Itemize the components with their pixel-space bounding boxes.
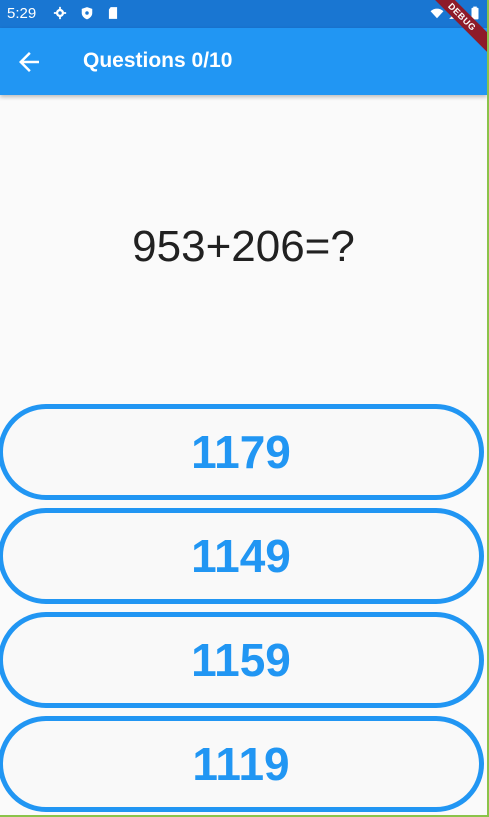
shield-icon (81, 7, 93, 20)
status-time: 5:29 (7, 5, 37, 22)
answer-button-4[interactable]: 1119 (0, 716, 484, 812)
sd-card-icon (108, 7, 118, 19)
app-screen: 5:29 Questions 0/10 DEBUG 953+206=? 1179… (0, 0, 489, 817)
wifi-icon (430, 8, 444, 19)
page-title: Questions 0/10 (83, 49, 233, 72)
status-bar: 5:29 (0, 0, 487, 28)
answer-button-1[interactable]: 1179 (0, 404, 484, 500)
question-text: 953+206=? (132, 222, 355, 271)
answer-button-2[interactable]: 1149 (0, 508, 484, 604)
arrow-left-icon[interactable] (14, 47, 44, 77)
answer-button-3[interactable]: 1159 (0, 612, 484, 708)
gear-icon (53, 6, 67, 20)
app-bar: Questions 0/10 (0, 28, 487, 95)
